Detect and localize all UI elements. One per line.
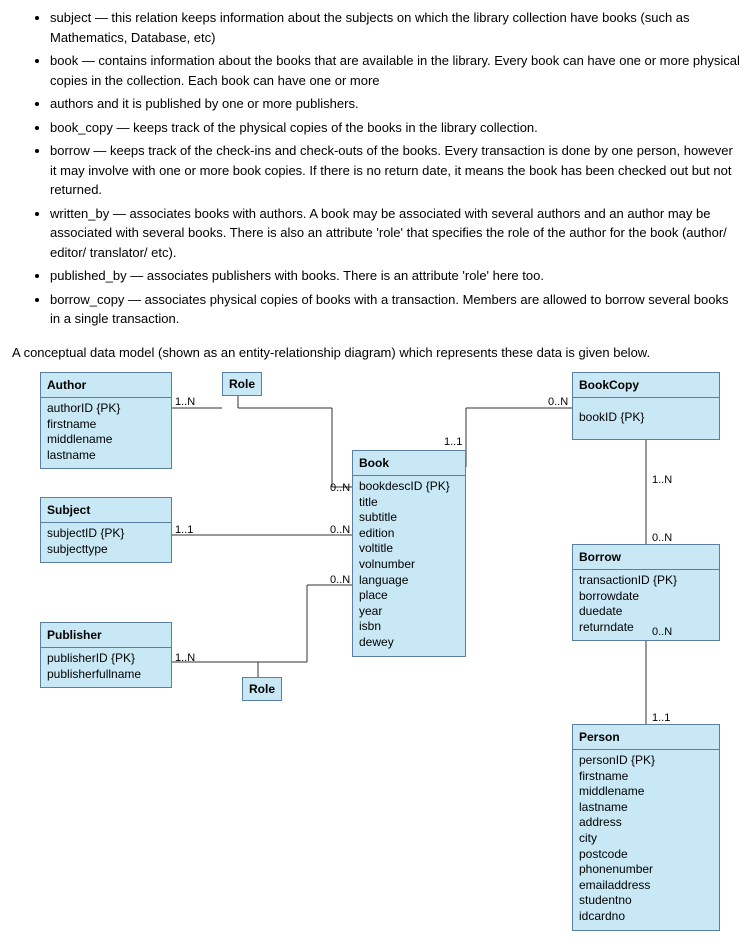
- bullet-text: — contains information about the books t…: [50, 53, 740, 88]
- list-item: published_by — associates publishers wit…: [50, 266, 742, 286]
- entity-body: transactionID {PK} borrowdate duedate re…: [573, 570, 719, 640]
- card-copy-borrow: 1..N: [652, 472, 672, 489]
- attr: borrowdate: [579, 589, 713, 605]
- attr: city: [579, 831, 713, 847]
- bullet-text: authors and it is published by one or mo…: [50, 96, 359, 111]
- attr: lastname: [47, 448, 165, 464]
- term: published_by: [50, 268, 127, 283]
- bullet-text: — keeps track of the check-ins and check…: [50, 143, 733, 197]
- attr: year: [359, 604, 459, 620]
- attr: middlename: [47, 432, 165, 448]
- list-item: subject — this relation keeps informatio…: [50, 8, 742, 47]
- entity-person: Person personID {PK} firstname middlenam…: [572, 724, 720, 931]
- entity-title: Publisher: [41, 623, 171, 648]
- attr: idcardno: [579, 909, 713, 925]
- bullet-text: — associates physical copies of books wi…: [50, 292, 729, 327]
- term: book: [50, 53, 78, 68]
- attr: duedate: [579, 604, 713, 620]
- bullet-list: subject — this relation keeps informatio…: [12, 8, 742, 329]
- entity-title: Borrow: [573, 545, 719, 570]
- list-item: book — contains information about the bo…: [50, 51, 742, 90]
- attr: subjectID {PK}: [47, 526, 165, 542]
- attr: edition: [359, 526, 459, 542]
- attr: studentno: [579, 893, 713, 909]
- term: borrow: [50, 143, 90, 158]
- entity-borrow: Borrow transactionID {PK} borrowdate due…: [572, 544, 720, 641]
- list-item: authors and it is published by one or mo…: [50, 94, 742, 114]
- attr: publisherID {PK}: [47, 651, 165, 667]
- entity-title: Subject: [41, 498, 171, 523]
- er-diagram: Author authorID {PK} firstname middlenam…: [12, 372, 742, 932]
- term: written_by: [50, 206, 109, 221]
- entity-title: Book: [353, 451, 465, 476]
- entity-body: personID {PK} firstname middlename lastn…: [573, 750, 719, 930]
- entity-body: subjectID {PK} subjecttype: [41, 523, 171, 562]
- intro-text: A conceptual data model (shown as an ent…: [12, 343, 742, 363]
- attr: place: [359, 588, 459, 604]
- term: borrow_copy: [50, 292, 124, 307]
- entity-title: Person: [573, 725, 719, 750]
- card-book-author: 0..N: [330, 480, 350, 497]
- term: subject: [50, 10, 91, 25]
- attr: address: [579, 815, 713, 831]
- attr: returndate: [579, 620, 713, 636]
- entity-subject: Subject subjectID {PK} subjecttype: [40, 497, 172, 563]
- entity-bookcopy: BookCopy bookID {PK}: [572, 372, 720, 440]
- attr: personID {PK}: [579, 753, 713, 769]
- attr: subjecttype: [47, 542, 165, 558]
- entity-title: Author: [41, 373, 171, 398]
- attr: firstname: [579, 769, 713, 785]
- attr: subtitle: [359, 510, 459, 526]
- entity-body: bookdescID {PK} title subtitle edition v…: [353, 476, 465, 656]
- term: book_copy: [50, 120, 113, 135]
- attr: transactionID {PK}: [579, 573, 713, 589]
- attr: publisherfullname: [47, 667, 165, 683]
- card-book-copy-book: 1..1: [444, 434, 462, 451]
- bullet-text: — associates publishers with books. Ther…: [127, 268, 544, 283]
- entity-body: bookID {PK}: [573, 398, 719, 431]
- attr: middlename: [579, 784, 713, 800]
- assoc-role-publisher: Role: [242, 677, 282, 701]
- card-book-subject: 0..N: [330, 522, 350, 539]
- list-item: borrow_copy — associates physical copies…: [50, 290, 742, 329]
- list-item: written_by — associates books with autho…: [50, 204, 742, 263]
- card-book-publisher: 0..N: [330, 572, 350, 589]
- entity-body: publisherID {PK} publisherfullname: [41, 648, 171, 687]
- attr: emailaddress: [579, 878, 713, 894]
- attr: firstname: [47, 417, 165, 433]
- attr: bookdescID {PK}: [359, 479, 459, 495]
- card-author-side: 1..N: [175, 394, 195, 411]
- attr: language: [359, 573, 459, 589]
- attr: volnumber: [359, 557, 459, 573]
- entity-body: authorID {PK} firstname middlename lastn…: [41, 398, 171, 468]
- list-item: book_copy — keeps track of the physical …: [50, 118, 742, 138]
- attr: lastname: [579, 800, 713, 816]
- attr: authorID {PK}: [47, 401, 165, 417]
- bullet-text: — this relation keeps information about …: [50, 10, 690, 45]
- entity-title: BookCopy: [573, 373, 719, 398]
- entity-publisher: Publisher publisherID {PK} publisherfull…: [40, 622, 172, 688]
- entity-book: Book bookdescID {PK} title subtitle edit…: [352, 450, 466, 657]
- assoc-role-author: Role: [222, 372, 262, 396]
- card-subject-side: 1..1: [175, 522, 193, 539]
- attr: dewey: [359, 635, 459, 651]
- card-copy-side: 0..N: [548, 394, 568, 411]
- attr: postcode: [579, 847, 713, 863]
- card-borrow-person: 0..N: [652, 624, 672, 641]
- bullet-text: — associates books with authors. A book …: [50, 206, 727, 260]
- entity-author: Author authorID {PK} firstname middlenam…: [40, 372, 172, 469]
- attr: isbn: [359, 619, 459, 635]
- attr: phonenumber: [579, 862, 713, 878]
- card-borrow-copy: 0..N: [652, 530, 672, 547]
- card-publisher-side: 1..N: [175, 650, 195, 667]
- card-person-borrow: 1..1: [652, 710, 670, 727]
- attr: voltitle: [359, 541, 459, 557]
- bullet-text: — keeps track of the physical copies of …: [113, 120, 538, 135]
- list-item: borrow — keeps track of the check-ins an…: [50, 141, 742, 200]
- attr: title: [359, 495, 459, 511]
- attr: bookID {PK}: [579, 410, 713, 426]
